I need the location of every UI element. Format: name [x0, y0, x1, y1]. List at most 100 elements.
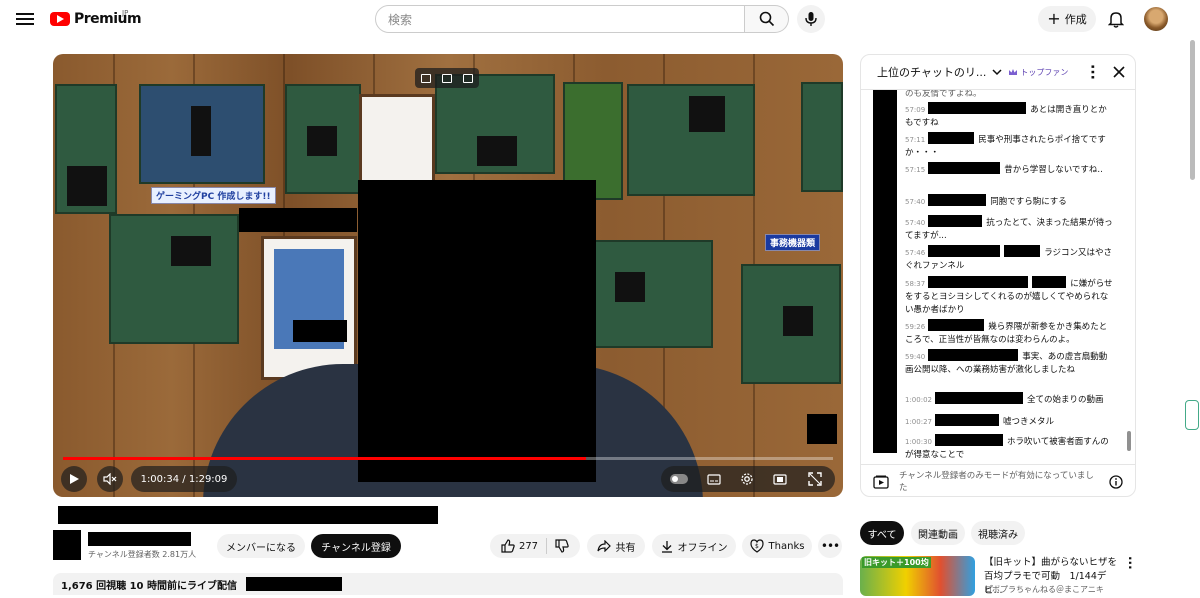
progress-fill [63, 457, 586, 460]
thumbs-down-icon[interactable] [555, 539, 569, 553]
notifications-button[interactable] [1106, 8, 1126, 30]
miniplayer-icon[interactable] [420, 73, 431, 83]
brand-name: Premium [74, 11, 142, 27]
description-box[interactable]: 1,676 回視聴 10 時間前にライブ配信 [53, 573, 843, 595]
related-video-thumbnail[interactable]: 旧キット＋100均 [860, 556, 975, 596]
search-button[interactable] [745, 5, 789, 33]
thumbs-up-icon [501, 539, 515, 553]
theater-mode-icon[interactable] [773, 473, 787, 485]
chat-message: 1:00:27 嘘つきメタル [905, 414, 1115, 429]
thanks-label: Thanks [768, 540, 805, 552]
create-label: 作成 [1064, 13, 1087, 26]
share-button[interactable]: 共有 [587, 534, 645, 558]
chat-message: 1:00:02 全ての始まりの動画 [905, 392, 1115, 407]
voice-search-button[interactable] [797, 5, 825, 33]
muted-speaker-icon [103, 473, 117, 485]
circuit-board [593, 240, 713, 348]
chat-message-partial: のも友情ですよね。 [905, 90, 982, 99]
play-icon [70, 474, 79, 484]
search-icon [759, 11, 774, 27]
chat-message: 57:09 あとは開き直りとかもですね [905, 102, 1115, 130]
like-button[interactable]: 277 [501, 539, 538, 553]
tab-watched[interactable]: 視聴済み [971, 521, 1025, 545]
youtube-logo[interactable]: Premium JP [50, 8, 142, 30]
wall-sign: ゲーミングPC 作成します!! [151, 187, 276, 204]
page-scrollbar[interactable] [1190, 40, 1195, 180]
channel-avatar-redaction[interactable] [53, 530, 81, 560]
play-button[interactable] [61, 466, 87, 492]
chat-scrollbar[interactable] [1127, 431, 1131, 451]
svg-text:$: $ [755, 543, 759, 550]
extension-widget[interactable] [1185, 400, 1199, 430]
chevron-down-icon[interactable] [992, 68, 1002, 76]
tab-all[interactable]: すべて [860, 521, 904, 545]
chat-message: 59:40 事実、あの虚言扇動動画公開以降、への業務妨害が激化しましたね [905, 349, 1115, 377]
search-input[interactable]: 検索 [375, 5, 745, 33]
video-player[interactable]: ゲーミングPC 作成します!! 事務機器類 1:00:34 / 1:29:09 [53, 54, 843, 497]
redaction-block [873, 90, 897, 453]
channel-name-redaction[interactable] [88, 532, 191, 546]
autoplay-toggle[interactable] [670, 474, 689, 484]
chat-message: 57:40 同胞ですら駒にする [905, 194, 1115, 209]
share-label: 共有 [615, 542, 636, 554]
circuit-board [801, 82, 843, 192]
youtube-play-icon [50, 12, 70, 26]
clip-icon[interactable] [441, 73, 452, 83]
overlay-controls[interactable] [415, 68, 479, 88]
thanks-button[interactable]: $ Thanks [742, 534, 812, 558]
circuit-board [627, 84, 755, 196]
chat-message: 58:37 に嫌がらせをするとヨシヨシしてくれるのが嬉しくてやめられない愚か者ばか… [905, 276, 1115, 317]
members-only-notice: チャンネル登録者のみモードが有効になっていました [899, 470, 1094, 493]
circuit-board [741, 264, 841, 384]
redaction-block [246, 577, 343, 591]
redaction-block [807, 414, 837, 444]
create-button[interactable]: + 作成 [1038, 6, 1096, 32]
menu-button[interactable] [14, 10, 36, 28]
redaction-block [239, 208, 357, 232]
video-title-redaction [58, 506, 438, 524]
related-more-icon[interactable]: ··· [1123, 556, 1137, 570]
redaction-block [293, 320, 347, 342]
top-fan-badge[interactable]: トップファン [1008, 67, 1068, 78]
thumbnail-caption: 旧キット＋100均 [862, 557, 931, 568]
join-membership-button[interactable]: メンバーになる [217, 534, 305, 558]
chat-message: 57:40 抗ったとて、決まった結果が待ってますが... [905, 215, 1115, 243]
more-actions-button[interactable]: ••• [818, 534, 842, 558]
settings-gear-icon[interactable] [740, 472, 754, 486]
thanks-icon: $ [749, 539, 764, 553]
like-dislike-group: 277 [490, 534, 580, 558]
subscriber-count: チャンネル登録者数 2.81万人 [88, 550, 197, 559]
chat-message: 1:00:30 ホラ吹いて被害者面すんのが得意なことで [905, 434, 1115, 462]
info-icon[interactable] [1109, 474, 1123, 489]
chat-menu-icon[interactable]: ··· [1084, 64, 1100, 80]
face-redaction [358, 180, 596, 482]
chat-replay-icon[interactable] [873, 475, 889, 489]
like-count: 277 [518, 540, 539, 552]
fullscreen-icon [808, 472, 822, 486]
mute-button[interactable] [97, 466, 123, 492]
notes-icon[interactable] [463, 73, 474, 83]
tab-related[interactable]: 関連動画 [911, 521, 965, 545]
fullscreen-button[interactable] [801, 466, 829, 492]
download-button[interactable]: オフライン [652, 534, 736, 558]
region-label: JP [122, 9, 129, 17]
picture-frame [261, 236, 357, 380]
account-avatar[interactable] [1144, 7, 1168, 31]
picture-frame [359, 94, 435, 186]
bell-icon [1108, 12, 1124, 28]
chat-message: 57:46 ラジコン又はやさぐれファンネル [905, 245, 1115, 273]
more-horizontal-icon: ••• [820, 539, 840, 553]
chat-mode-title[interactable]: 上位のチャットのリ... [877, 64, 986, 80]
subscribe-button[interactable]: チャンネル登録 [311, 534, 401, 558]
close-icon[interactable] [1113, 66, 1125, 78]
related-video-channel[interactable]: ロボプラちゃんねる＠まこアニキ [984, 584, 1104, 595]
time-display: 1:00:34 / 1:29:09 [131, 466, 237, 492]
live-chat-panel: 上位のチャットのリ... トップファン ··· のも友情ですよね。 57:09 あ… [860, 54, 1136, 497]
share-icon [596, 540, 611, 552]
circuit-board [139, 84, 265, 184]
chat-message-list[interactable]: のも友情ですよね。 57:09 あとは開き直りとかもですね 57:11 民事や刑事さ… [861, 90, 1121, 464]
subtitles-icon[interactable] [707, 473, 721, 485]
wall-sign: 事務機器類 [765, 234, 821, 251]
plus-icon: + [1047, 9, 1061, 28]
view-count-line: 1,676 回視聴 10 時間前にライブ配信 [61, 581, 237, 592]
